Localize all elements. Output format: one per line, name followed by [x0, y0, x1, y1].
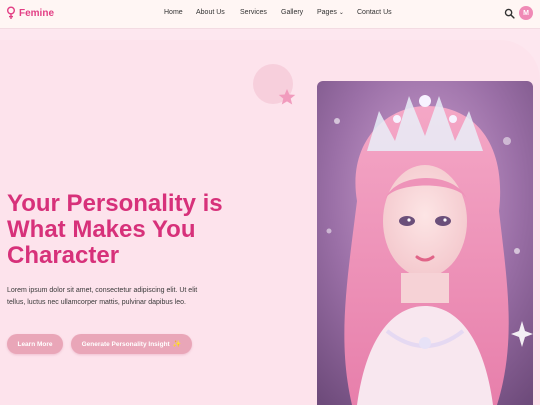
portrait-illustration — [317, 81, 533, 405]
search-icon[interactable] — [504, 8, 515, 19]
nav-contact-us[interactable]: Contact Us — [357, 9, 392, 16]
navbar: Femine Home About Us Services Gallery Pa… — [0, 0, 540, 29]
chevron-down-icon: ⌄ — [338, 9, 344, 16]
avatar[interactable]: M — [519, 6, 533, 20]
nav-pages-dropdown[interactable]: Pages ⌄ — [317, 9, 344, 16]
generate-personality-insight-button[interactable]: Generate Personality Insight ✨ — [71, 334, 192, 354]
brand-name: Femine — [19, 7, 55, 19]
learn-more-button[interactable]: Learn More — [7, 334, 63, 354]
nav-pages-label: Pages — [317, 9, 337, 16]
star-icon — [278, 88, 296, 105]
nav-services[interactable]: Services — [240, 9, 267, 16]
female-symbol-icon — [7, 6, 15, 19]
nav-home[interactable]: Home — [164, 9, 183, 16]
hero-title: Your Personality is What Makes You Chara… — [7, 190, 223, 269]
hero-description: Lorem ipsum dolor sit amet, consectetur … — [7, 287, 198, 306]
nav-gallery[interactable]: Gallery — [281, 9, 303, 16]
nav-about-us[interactable]: About Us — [196, 9, 225, 16]
sparkles-icon: ✨ — [172, 341, 182, 348]
brand-logo[interactable]: Femine — [6, 6, 54, 20]
hero-portrait-image — [317, 81, 533, 405]
generate-button-label: Generate Personality Insight — [81, 340, 170, 348]
